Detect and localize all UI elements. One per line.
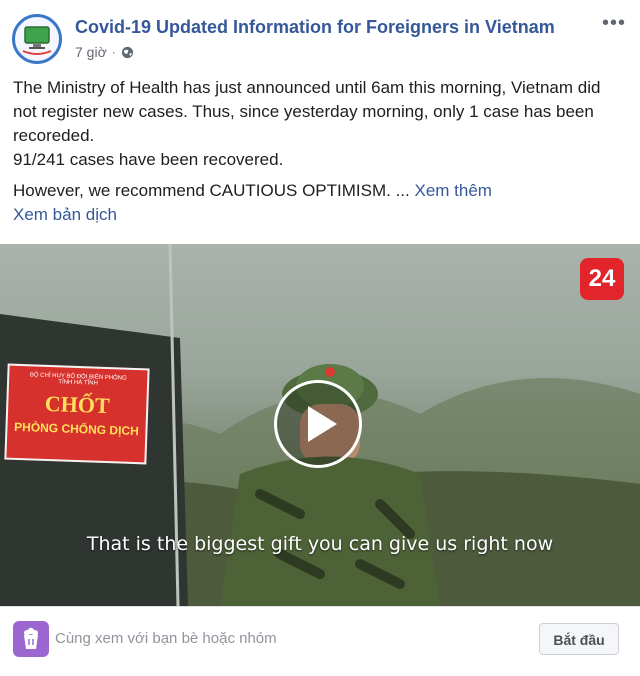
watch-party-icon bbox=[13, 621, 49, 657]
globe-icon bbox=[121, 46, 133, 58]
computer-icon bbox=[22, 26, 52, 55]
post-paragraph: The Ministry of Health has just announce… bbox=[13, 78, 601, 145]
channel-logo: 24 bbox=[580, 258, 624, 300]
meta-separator: · bbox=[111, 45, 116, 59]
checkpoint-sign: BỘ CHỈ HUY BỘ ĐỘI BIÊN PHÒNG TỈNH HÀ TĨN… bbox=[4, 363, 150, 465]
post-text: The Ministry of Health has just announce… bbox=[13, 76, 625, 227]
play-button[interactable] bbox=[274, 380, 362, 468]
sign-sub-text: PHÒNG CHỐNG DỊCH bbox=[13, 419, 140, 439]
see-more-link[interactable]: Xem thêm bbox=[415, 181, 492, 200]
more-options-icon[interactable]: ••• bbox=[602, 12, 626, 35]
post-paragraph: However, we recommend CAUTIOUS OPTIMISM.… bbox=[13, 181, 410, 200]
watch-party-text: Cùng xem với bạn bè hoặc nhóm bbox=[55, 630, 277, 647]
start-button[interactable]: Bắt đầu bbox=[539, 623, 619, 655]
post-paragraph: 91/241 cases have been recovered. bbox=[13, 150, 284, 169]
play-icon bbox=[308, 406, 337, 442]
page-avatar[interactable] bbox=[12, 14, 62, 64]
video-caption: That is the biggest gift you can give us… bbox=[86, 533, 554, 555]
post-paragraph-with-more: However, we recommend CAUTIOUS OPTIMISM.… bbox=[13, 179, 625, 203]
sign-main-text: CHỐT bbox=[44, 390, 111, 419]
watch-party-bar: Cùng xem với bạn bè hoặc nhóm Bắt đầu bbox=[0, 606, 640, 676]
page-name[interactable]: Covid-19 Updated Information for Foreign… bbox=[75, 17, 555, 38]
post-time[interactable]: 7 giờ bbox=[75, 44, 107, 60]
see-translation-link[interactable]: Xem bản dịch bbox=[13, 205, 117, 224]
post-meta: 7 giờ · bbox=[75, 44, 134, 60]
popcorn-icon bbox=[24, 627, 38, 649]
post-header: Covid-19 Updated Information for Foreign… bbox=[0, 0, 640, 72]
